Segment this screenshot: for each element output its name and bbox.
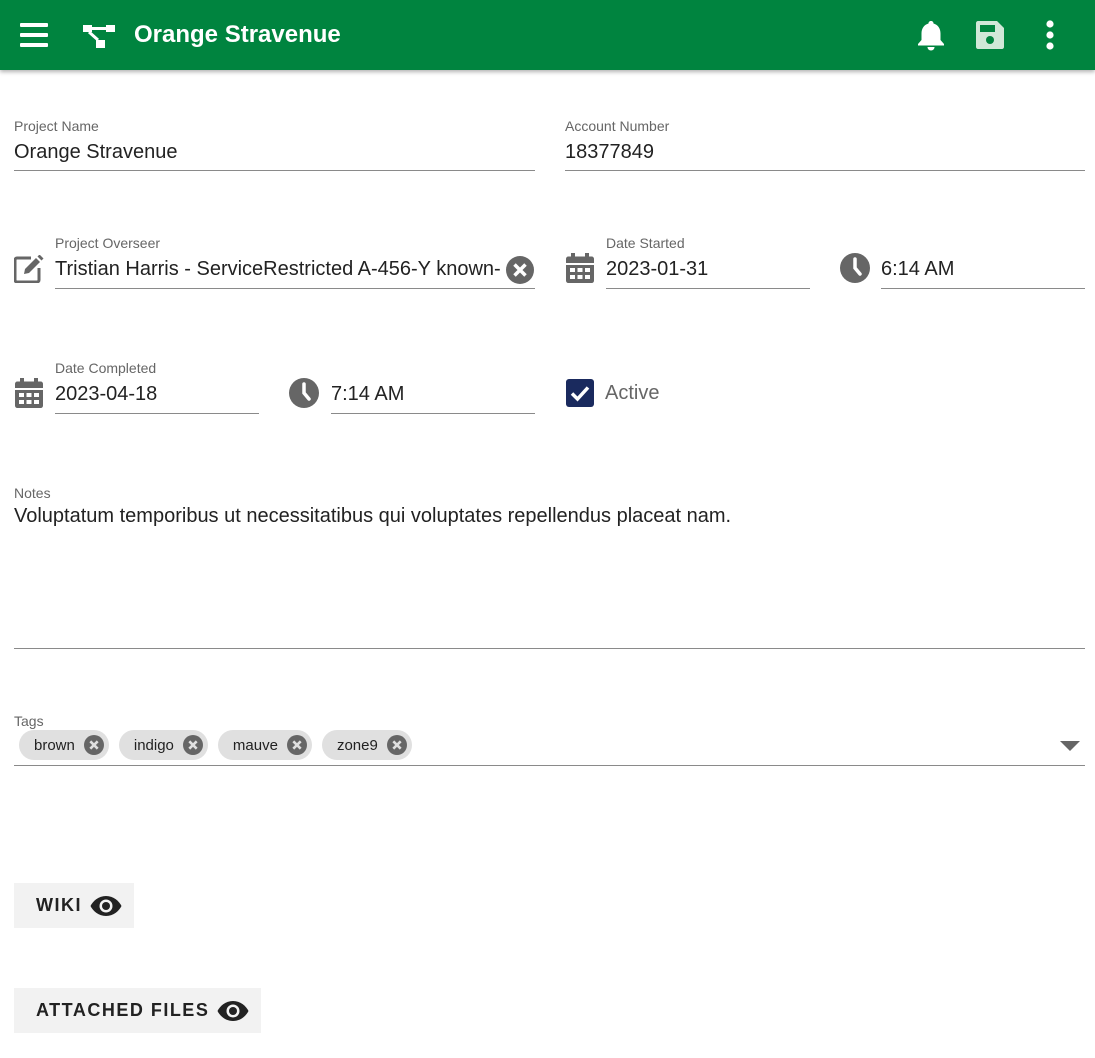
underline (565, 170, 1085, 171)
underline (55, 413, 259, 414)
chip-remove-icon[interactable] (182, 735, 203, 755)
tag-chip[interactable]: brown (19, 730, 109, 760)
notes-label: Notes (14, 485, 51, 501)
tag-chip-label: brown (34, 736, 75, 754)
underline (14, 765, 1085, 766)
clear-icon[interactable] (505, 255, 535, 285)
hierarchy-icon (83, 23, 115, 49)
active-checkbox[interactable] (566, 379, 594, 407)
underline (331, 413, 535, 414)
chip-remove-icon[interactable] (83, 735, 104, 755)
account-number-field[interactable]: Account Number 18377849 (565, 118, 1085, 171)
tag-chip-label: indigo (133, 736, 174, 754)
notes-field[interactable]: Notes Voluptatum temporibus ut necessita… (14, 485, 1085, 649)
project-name-label: Project Name (14, 118, 99, 134)
eye-icon (90, 895, 122, 917)
clock-icon[interactable] (840, 253, 870, 283)
date-completed-field[interactable]: Date Completed 2023-04-18 (55, 360, 259, 414)
tags-chip-list: brown indigo mauve zone9 (19, 730, 422, 760)
date-completed-input[interactable]: 2023-04-18 (55, 382, 259, 406)
underline (55, 288, 535, 289)
time-started-input[interactable]: 6:14 AM (881, 257, 1085, 281)
wiki-button[interactable]: WIKI (14, 883, 134, 928)
save-icon[interactable] (976, 21, 1004, 49)
date-started-input[interactable]: 2023-01-31 (606, 257, 810, 281)
tag-chip[interactable]: zone9 (321, 730, 412, 760)
calendar-icon[interactable] (566, 253, 594, 283)
tag-chip-label: mauve (232, 736, 278, 754)
notes-textarea[interactable]: Voluptatum temporibus ut necessitatibus … (14, 504, 1085, 528)
app-bar: Orange Stravenue (0, 0, 1095, 70)
menu-icon[interactable] (20, 22, 48, 48)
project-name-field[interactable]: Project Name Orange Stravenue (14, 118, 535, 171)
eye-icon (217, 1000, 249, 1022)
tags-field[interactable]: Tags brown indigo mauve zone9 (14, 713, 1085, 766)
time-started-field[interactable]: 6:14 AM (881, 235, 1085, 289)
project-overseer-label: Project Overseer (55, 235, 161, 251)
active-label[interactable]: Active (605, 381, 659, 405)
tag-chip[interactable]: mauve (217, 730, 312, 760)
app-title: Orange Stravenue (134, 21, 341, 48)
underline (14, 170, 535, 171)
tag-chip[interactable]: indigo (118, 730, 208, 760)
tags-label: Tags (14, 713, 44, 729)
more-vert-icon[interactable] (1044, 20, 1056, 50)
clock-icon[interactable] (289, 378, 319, 408)
edit-icon[interactable] (14, 254, 44, 284)
account-number-input[interactable]: 18377849 (565, 140, 1085, 164)
underline (14, 648, 1085, 649)
underline (881, 288, 1085, 289)
wiki-button-label: WIKI (36, 895, 82, 915)
time-completed-input[interactable]: 7:14 AM (331, 382, 535, 406)
date-completed-label: Date Completed (55, 360, 157, 376)
date-started-field[interactable]: Date Started 2023-01-31 (606, 235, 810, 289)
chip-remove-icon[interactable] (286, 735, 307, 755)
time-completed-field[interactable]: 7:14 AM (331, 360, 535, 414)
dropdown-arrow-icon[interactable] (1060, 741, 1080, 751)
attached-files-button[interactable]: ATTACHED FILES (14, 988, 262, 1033)
account-number-label: Account Number (565, 118, 670, 134)
tag-chip-label: zone9 (336, 736, 378, 754)
chip-remove-icon[interactable] (386, 735, 407, 755)
attached-files-button-label: ATTACHED FILES (36, 1000, 210, 1020)
underline (606, 288, 810, 289)
date-started-label: Date Started (606, 235, 685, 251)
project-overseer-field[interactable]: Project Overseer Tristian Harris - Servi… (55, 235, 535, 289)
calendar-icon[interactable] (15, 378, 43, 408)
project-overseer-input[interactable]: Tristian Harris - ServiceRestricted A-45… (55, 257, 500, 281)
bell-icon[interactable] (916, 19, 946, 51)
project-name-input[interactable]: Orange Stravenue (14, 140, 535, 164)
